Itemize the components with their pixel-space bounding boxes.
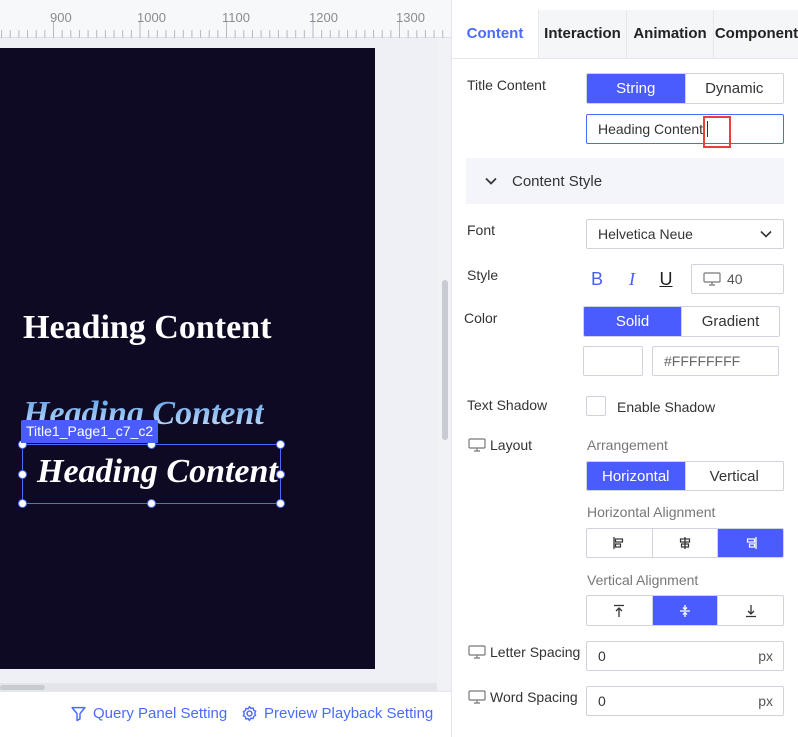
align-left-icon xyxy=(613,537,624,549)
align-center-icon xyxy=(679,537,691,549)
horizontal-alignment-label: Horizontal Alignment xyxy=(587,504,716,520)
word-spacing-label-text: Word Spacing xyxy=(490,689,578,705)
letter-spacing-label-text: Letter Spacing xyxy=(490,644,581,660)
color-mode-toggle: Solid Gradient xyxy=(583,306,780,337)
horizontal-scrollbar-thumb[interactable] xyxy=(0,685,45,690)
preview-playback-setting-label: Preview Playback Setting xyxy=(264,704,434,722)
gear-icon xyxy=(242,705,257,721)
color-swatch[interactable] xyxy=(583,346,643,376)
query-panel-setting-link[interactable]: Query Panel Setting xyxy=(70,703,227,723)
mode-string-button[interactable]: String xyxy=(587,74,686,103)
word-spacing-value: 0 xyxy=(598,693,606,709)
panel-tabs: Content Interaction Animation Component xyxy=(452,10,798,59)
content-style-section-header[interactable]: Content Style xyxy=(466,158,784,204)
enable-shadow-checkbox[interactable] xyxy=(586,396,606,416)
tab-component[interactable]: Component xyxy=(714,10,798,58)
chevron-down-icon xyxy=(760,230,772,238)
tab-content[interactable]: Content xyxy=(452,10,539,58)
resize-handle[interactable] xyxy=(147,499,156,508)
query-panel-setting-label: Query Panel Setting xyxy=(93,704,228,722)
vertical-scrollbar-thumb[interactable] xyxy=(442,280,448,440)
font-label: Font xyxy=(467,222,496,238)
tab-interaction[interactable]: Interaction xyxy=(539,10,627,58)
heading-component-plain[interactable]: Heading Content xyxy=(23,309,271,347)
monitor-icon xyxy=(703,272,721,286)
tab-animation[interactable]: Animation xyxy=(627,10,714,58)
title-content-value: Heading Content xyxy=(598,121,704,137)
word-spacing-unit: px xyxy=(758,693,773,709)
color-solid-button[interactable]: Solid xyxy=(584,307,682,336)
title-content-input[interactable]: Heading Content xyxy=(586,114,784,144)
title-content-mode-toggle: String Dynamic xyxy=(586,73,784,104)
color-hex-input[interactable]: #FFFFFFFF xyxy=(652,346,779,376)
layout-label: Layout xyxy=(468,437,532,453)
color-gradient-button[interactable]: Gradient xyxy=(682,307,779,336)
preview-playback-setting-link[interactable]: Preview Playback Setting xyxy=(241,703,433,723)
horizontal-scrollbar-track[interactable] xyxy=(0,683,437,691)
resize-handle[interactable] xyxy=(18,470,27,479)
style-label: Style xyxy=(467,267,499,283)
align-center-button[interactable] xyxy=(653,529,719,557)
canvas-area[interactable]: 900 1000 1100 1200 1300 Heading Content … xyxy=(0,0,451,737)
monitor-icon xyxy=(468,438,486,452)
layout-label-text: Layout xyxy=(490,437,533,453)
component-name-tag: Title1_Page1_c7_c2 xyxy=(21,420,159,443)
color-label: Color xyxy=(464,310,498,326)
title-content-label: Title Content xyxy=(467,77,546,93)
align-middle-icon xyxy=(680,604,690,617)
chevron-down-icon xyxy=(485,177,497,185)
horizontal-alignment-toggle xyxy=(586,528,784,558)
selection-box[interactable] xyxy=(18,440,285,508)
color-hex-value: #FFFFFFFF xyxy=(664,353,741,369)
resize-handle[interactable] xyxy=(18,499,27,508)
align-top-button[interactable] xyxy=(587,596,653,625)
align-left-button[interactable] xyxy=(587,529,653,557)
font-value: Helvetica Neue xyxy=(598,226,693,242)
arrangement-label: Arrangement xyxy=(587,437,668,453)
arrangement-horizontal-button[interactable]: Horizontal xyxy=(587,462,686,490)
monitor-icon xyxy=(468,690,486,704)
font-select[interactable]: Helvetica Neue xyxy=(586,219,784,249)
text-shadow-label: Text Shadow xyxy=(467,397,548,413)
resize-handle[interactable] xyxy=(276,499,285,508)
arrangement-vertical-button[interactable]: Vertical xyxy=(686,462,784,490)
resize-handle[interactable] xyxy=(276,470,285,479)
resize-handle[interactable] xyxy=(276,440,285,449)
letter-spacing-unit: px xyxy=(758,648,773,664)
filter-icon xyxy=(71,706,86,721)
font-size-value: 40 xyxy=(727,271,743,287)
letter-spacing-input[interactable]: 0 px xyxy=(586,641,784,671)
word-spacing-input[interactable]: 0 px xyxy=(586,686,784,716)
ruler-ticks xyxy=(1,22,444,38)
horizontal-ruler: 900 1000 1100 1200 1300 xyxy=(0,0,451,38)
letter-spacing-label: Letter Spacing xyxy=(468,644,580,660)
align-bottom-button[interactable] xyxy=(718,596,783,625)
property-panel: Content Interaction Animation Component … xyxy=(451,0,798,737)
content-style-label: Content Style xyxy=(512,172,603,190)
bold-icon[interactable]: B xyxy=(586,268,608,290)
vertical-alignment-toggle xyxy=(586,595,784,626)
arrangement-toggle: Horizontal Vertical xyxy=(586,461,784,491)
align-bottom-icon xyxy=(745,604,756,617)
align-right-button[interactable] xyxy=(718,529,783,557)
enable-shadow-label: Enable Shadow xyxy=(617,399,716,415)
align-right-icon xyxy=(746,537,757,549)
letter-spacing-value: 0 xyxy=(598,648,606,664)
monitor-icon xyxy=(468,645,486,659)
align-top-icon xyxy=(614,604,625,617)
canvas-bottom-bar: Query Panel Setting Preview Playback Set… xyxy=(0,691,451,737)
word-spacing-label: Word Spacing xyxy=(468,689,578,705)
font-size-input[interactable]: 40 xyxy=(691,264,784,294)
underline-icon[interactable]: U xyxy=(655,268,677,290)
align-middle-button[interactable] xyxy=(652,596,719,625)
italic-icon[interactable]: I xyxy=(621,268,643,290)
vertical-alignment-label: Vertical Alignment xyxy=(587,572,699,588)
mode-dynamic-button[interactable]: Dynamic xyxy=(686,74,784,103)
highlight-box xyxy=(703,116,731,148)
canvas-stage[interactable]: Heading Content Heading Content xyxy=(0,48,375,669)
